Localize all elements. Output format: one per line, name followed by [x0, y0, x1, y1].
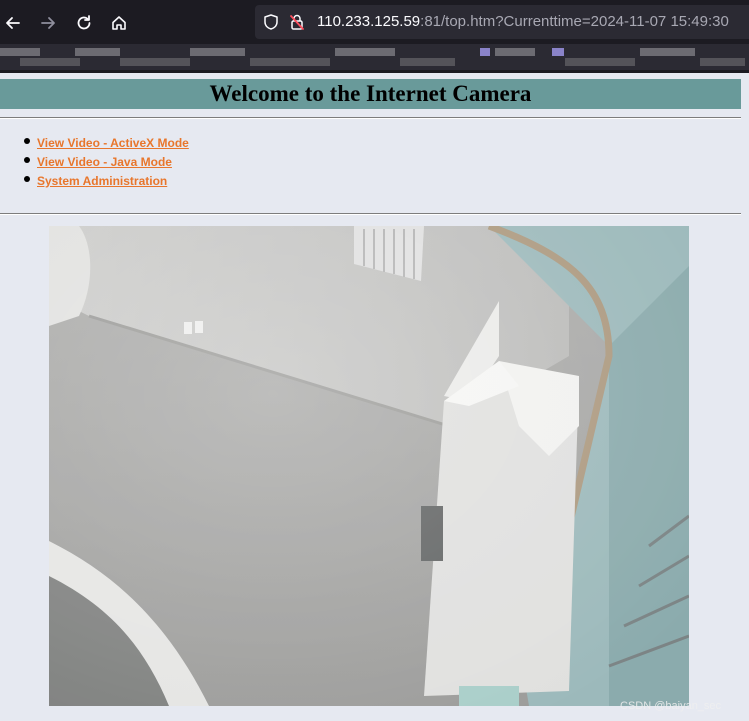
- nav-item-java: View Video - Java Mode: [22, 153, 189, 172]
- camera-video-feed[interactable]: [49, 226, 689, 706]
- page-title: Welcome to the Internet Camera: [209, 81, 532, 106]
- view-video-activex-link[interactable]: View Video - ActiveX Mode: [37, 136, 189, 150]
- browser-toolbar: 110.233.125.59:81/top.htm?Currenttime=20…: [0, 0, 749, 44]
- url-text[interactable]: 110.233.125.59:81/top.htm?Currenttime=20…: [317, 13, 729, 30]
- reload-icon[interactable]: [71, 10, 97, 36]
- home-icon[interactable]: [106, 10, 132, 36]
- nav-links: View Video - ActiveX Mode View Video - J…: [22, 134, 189, 191]
- shield-icon[interactable]: [262, 13, 280, 31]
- watermark: CSDN @baiyan_sec: [620, 700, 722, 712]
- back-icon[interactable]: [0, 10, 26, 36]
- nav-item-activex: View Video - ActiveX Mode: [22, 134, 189, 153]
- divider-top: [0, 117, 741, 119]
- view-video-java-link[interactable]: View Video - Java Mode: [37, 155, 172, 169]
- forward-icon[interactable]: [35, 10, 61, 36]
- url-host: 110.233.125.59: [317, 13, 421, 30]
- bookmarks-bar: [0, 44, 749, 70]
- url-path: :81/top.htm?Currenttime=2024-11-07 15:49…: [420, 13, 729, 30]
- page-content: Welcome to the Internet Camera View Vide…: [0, 76, 749, 721]
- system-administration-link[interactable]: System Administration: [37, 174, 167, 188]
- address-bar[interactable]: 110.233.125.59:81/top.htm?Currenttime=20…: [255, 5, 749, 39]
- divider-middle: [0, 213, 741, 215]
- nav-item-admin: System Administration: [22, 172, 189, 191]
- insecure-lock-icon[interactable]: [288, 13, 306, 31]
- title-bar: Welcome to the Internet Camera: [0, 79, 741, 109]
